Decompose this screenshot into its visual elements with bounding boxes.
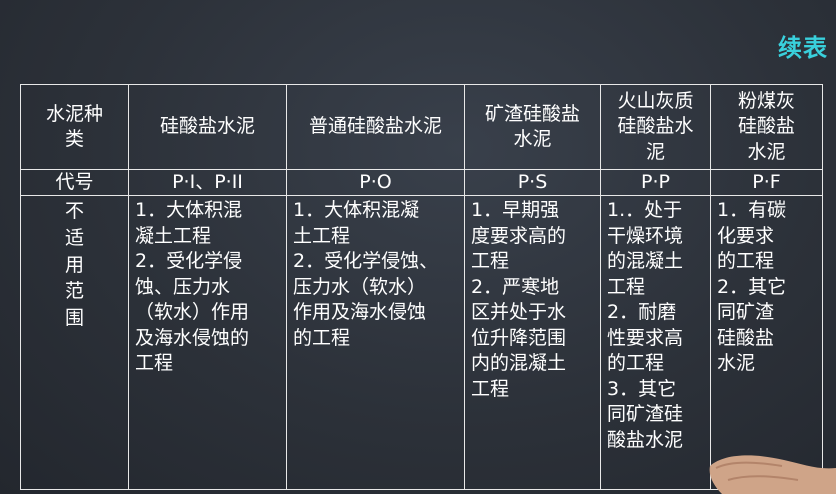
- cell-line: 酸盐水泥: [607, 428, 684, 451]
- cell-line: 性要求高: [607, 326, 684, 349]
- cell-line: 2．受化学侵: [135, 250, 243, 273]
- header-cell-portland: 硅酸盐水泥: [128, 84, 287, 170]
- cell-line: 硅酸盐: [717, 326, 775, 349]
- scope-label-cell: 不 适 用 范 围: [20, 195, 129, 490]
- header-cell-cement-type: 水泥种 类: [20, 84, 129, 170]
- cell-line: （软水）作用: [135, 301, 250, 324]
- cell-line: 内的混凝土: [471, 352, 567, 375]
- code-cell: P·F: [710, 168, 823, 197]
- header-row: 水泥种 类 硅酸盐水泥 普通硅酸盐水泥 矿渣硅酸盐 水泥 火山灰质 硅酸盐水 泥…: [20, 84, 823, 170]
- cell-line: 水泥: [513, 128, 552, 150]
- cell-line: 水泥: [747, 140, 786, 163]
- cell-line: 硅酸盐: [737, 115, 795, 138]
- cell-line: 作用及海水侵蚀: [293, 301, 427, 324]
- presenter-hand: [709, 455, 836, 494]
- cell-line: 粉煤灰: [737, 89, 795, 112]
- code-cell: P·S: [464, 168, 601, 197]
- cell-line: 工程: [471, 250, 510, 273]
- cell-line: 的工程: [293, 326, 351, 349]
- cell-line: 适: [64, 227, 84, 250]
- cell-line: 火山灰质: [617, 89, 694, 112]
- cell-line: 硅酸盐水: [617, 115, 694, 138]
- header-cell-pozzolanic: 火山灰质 硅酸盐水 泥: [600, 84, 711, 170]
- cell-line: 干燥环境: [607, 224, 684, 247]
- code-cell: P·I、P·II: [128, 168, 287, 197]
- cell-line: 矿渣硅酸盐: [484, 102, 580, 125]
- cell-line: 工程: [607, 275, 646, 298]
- scope-cell-ordinary-portland: 1．大体积混凝 土工程 2．受化学侵蚀、 压力水（软水） 作用及海水侵蚀 的工程: [286, 195, 465, 490]
- code-cell: P·P: [600, 168, 711, 197]
- cell-line: 同矿渣: [717, 301, 775, 324]
- cell-line: 水泥: [717, 352, 756, 375]
- slide-title: 续表: [778, 34, 828, 62]
- cell-line: 1．大体积混凝: [293, 199, 420, 222]
- cell-line: 范: [64, 280, 84, 303]
- header-cell-ordinary-portland: 普通硅酸盐水泥: [286, 84, 465, 170]
- scope-row: 不 适 用 范 围 1．大体积混 凝土工程 2．受化学侵 蚀、压力水 （软水）作…: [20, 195, 823, 490]
- cell-line: 水泥种: [45, 102, 103, 125]
- cell-line: 工程: [471, 377, 510, 400]
- cell-line: 围: [64, 306, 84, 329]
- header-cell-slag: 矿渣硅酸盐 水泥: [464, 84, 601, 170]
- cell-line: 泥: [645, 140, 665, 163]
- cell-line: 化要求: [717, 224, 775, 247]
- cell-line: 2．受化学侵蚀、: [293, 250, 439, 273]
- cell-line: 1．早期强: [471, 199, 560, 222]
- cell-line: 类: [64, 128, 84, 150]
- cell-line: 1.．处于: [607, 199, 683, 222]
- cell-line: 蚀、压力水: [135, 275, 231, 298]
- cell-line: 同矿渣硅: [607, 403, 684, 426]
- cell-line: 的工程: [607, 352, 665, 375]
- cell-line: 凝土工程: [135, 224, 212, 247]
- cell-line: 硅酸盐水泥: [159, 115, 255, 138]
- cell-line: 3．其它: [607, 377, 677, 400]
- code-cell: P·O: [286, 168, 465, 197]
- cell-line: 的混凝土: [607, 250, 684, 273]
- cell-line: 2．严寒地: [471, 275, 560, 298]
- cell-line: 2．耐磨: [607, 301, 677, 324]
- cell-line: 位升降范围: [471, 326, 567, 349]
- scope-cell-slag: 1．早期强 度要求高的 工程 2．严寒地 区并处于水 位升降范围 内的混凝土 工…: [464, 195, 601, 490]
- cell-line: 压力水（软水）: [293, 275, 427, 298]
- cement-table: 水泥种 类 硅酸盐水泥 普通硅酸盐水泥 矿渣硅酸盐 水泥 火山灰质 硅酸盐水 泥…: [20, 84, 823, 490]
- scope-cell-portland: 1．大体积混 凝土工程 2．受化学侵 蚀、压力水 （软水）作用 及海水侵蚀的 工…: [128, 195, 287, 490]
- cell-line: 1．有碳: [717, 199, 787, 222]
- cell-line: 普通硅酸盐水泥: [308, 115, 442, 138]
- cell-line: 工程: [135, 352, 174, 375]
- cell-line: 不: [64, 200, 84, 223]
- cell-line: 及海水侵蚀的: [135, 326, 250, 349]
- cell-line: 土工程: [293, 224, 351, 247]
- code-row: 代号 P·I、P·II P·O P·S P·P P·F: [20, 168, 823, 197]
- scope-cell-pozzolanic: 1.．处于 干燥环境 的混凝土 工程 2．耐磨 性要求高 的工程 3．其它 同矿…: [600, 195, 711, 490]
- cell-line: 1．大体积混: [135, 199, 243, 222]
- header-cell-fly-ash: 粉煤灰 硅酸盐 水泥: [710, 84, 823, 170]
- cell-line: 用: [64, 253, 84, 276]
- cell-line: 区并处于水: [471, 301, 567, 324]
- cell-line: 度要求高的: [471, 224, 567, 247]
- cell-line: 2．其它: [717, 275, 787, 298]
- code-label-cell: 代号: [20, 168, 129, 197]
- cell-line: 的工程: [717, 250, 775, 273]
